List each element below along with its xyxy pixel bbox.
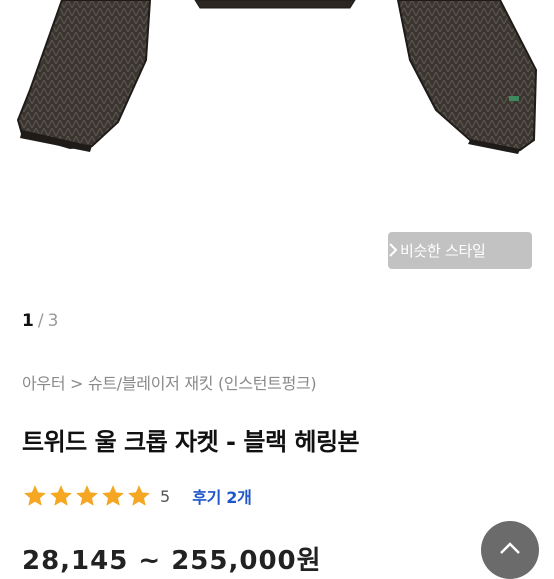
- rating-row: 5 후기 2개: [22, 483, 252, 509]
- rating-score: 5: [160, 486, 171, 506]
- pager-separator: /: [37, 311, 44, 331]
- product-title: 트위드 울 크롭 자켓 - 블랙 헤링본: [22, 428, 360, 456]
- star-icon: [102, 485, 124, 506]
- scroll-top-button[interactable]: [481, 521, 539, 579]
- similar-style-button[interactable]: 비슷한 스타일: [388, 232, 532, 269]
- chevron-up-icon: [500, 542, 520, 554]
- pager-current: 1: [22, 311, 34, 331]
- similar-style-label: 비슷한 스타일: [400, 242, 486, 260]
- star-rating: [22, 483, 152, 509]
- star-icon: [76, 485, 98, 506]
- breadcrumb[interactable]: 아우터 > 슈트/블레이저 재킷 (인스턴트펑크): [22, 370, 317, 394]
- chevron-right-icon: [389, 243, 398, 257]
- product-image[interactable]: 비슷한 스타일: [0, 0, 554, 290]
- star-icon: [24, 485, 46, 506]
- star-icon: [128, 485, 150, 506]
- pager-total: 3: [47, 311, 59, 331]
- star-icon: [50, 485, 72, 506]
- image-pager: 1/3: [22, 311, 58, 331]
- review-count-link[interactable]: 후기 2개: [192, 484, 252, 508]
- price: 28,145 ~ 255,000원: [22, 546, 322, 576]
